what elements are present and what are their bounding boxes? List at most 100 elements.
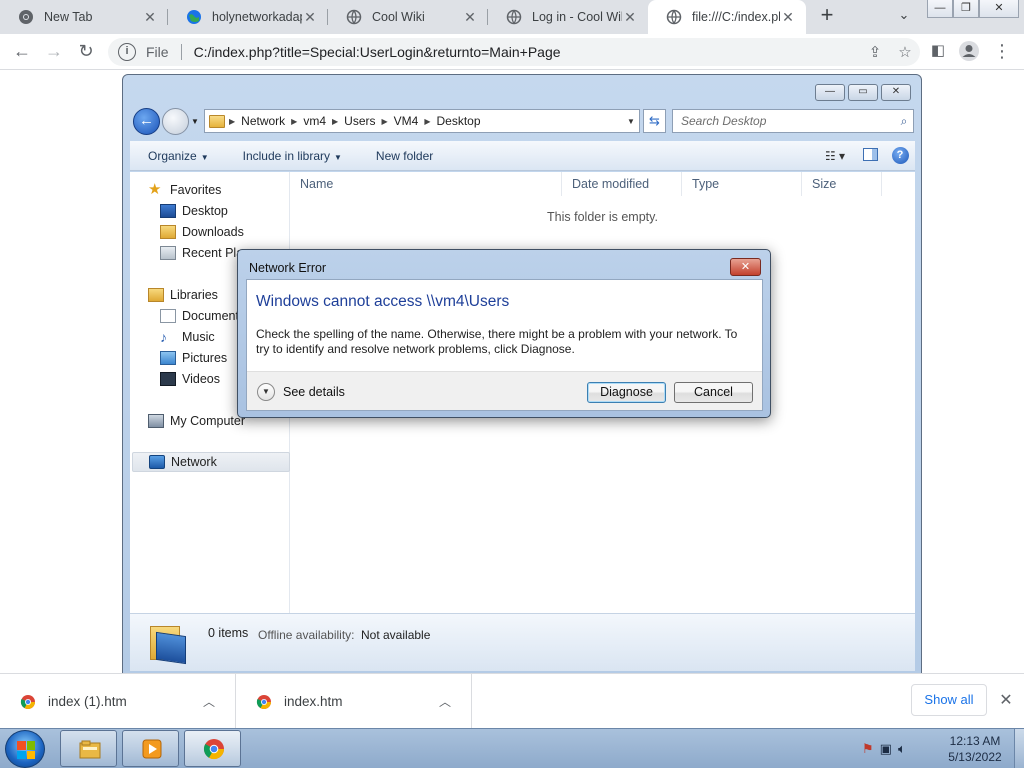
globe-icon bbox=[506, 9, 522, 25]
libraries-icon bbox=[148, 288, 164, 302]
taskbar-chrome-button[interactable] bbox=[184, 730, 241, 767]
nav-item-network[interactable]: Network bbox=[132, 452, 290, 472]
address-bar[interactable]: i File C:/index.php?title=Special:UserLo… bbox=[108, 38, 920, 66]
tab-title: holynetworkadap bbox=[212, 10, 302, 24]
window-close-button[interactable]: ✕ bbox=[979, 0, 1019, 18]
forward-arrow-icon[interactable]: → bbox=[42, 40, 66, 64]
cancel-button[interactable]: Cancel bbox=[674, 382, 753, 403]
globe-icon bbox=[187, 10, 201, 24]
breadcrumb-desktop[interactable]: Desktop bbox=[431, 114, 487, 128]
windows-logo-icon bbox=[17, 741, 35, 759]
window-minimize-button[interactable]: — bbox=[927, 0, 953, 18]
explorer-close-button[interactable]: ✕ bbox=[881, 84, 911, 101]
tab-search-chevron-icon[interactable]: ⌄ bbox=[894, 7, 914, 27]
dialog-close-button[interactable]: ✕ bbox=[730, 258, 761, 276]
documents-icon bbox=[160, 309, 176, 323]
globe-icon bbox=[666, 9, 682, 25]
tab-close-icon[interactable]: ✕ bbox=[780, 9, 796, 26]
explorer-back-icon[interactable]: ← bbox=[133, 108, 160, 135]
nav-label: Favorites bbox=[170, 183, 222, 197]
item-count: 0 items bbox=[208, 626, 249, 640]
tab-cool-wiki[interactable]: Cool Wiki ✕ bbox=[328, 0, 488, 34]
download-filename: index.htm bbox=[284, 694, 343, 709]
dialog-title: Network Error bbox=[249, 261, 327, 275]
start-button[interactable] bbox=[5, 730, 45, 768]
chevron-up-icon[interactable]: ︿ bbox=[439, 693, 451, 710]
info-icon[interactable]: i bbox=[118, 43, 136, 61]
action-center-flag-icon[interactable]: ⚑ bbox=[862, 741, 874, 757]
network-status-icon[interactable]: ▣ bbox=[880, 741, 892, 757]
close-downloads-bar-icon[interactable]: ✕ bbox=[996, 690, 1016, 710]
tab-new-tab[interactable]: New Tab ✕ bbox=[0, 0, 168, 34]
new-folder-button[interactable]: New folder bbox=[358, 149, 449, 163]
organize-button[interactable]: Organize ▼ bbox=[130, 149, 225, 163]
tab-close-icon[interactable]: ✕ bbox=[302, 9, 318, 26]
chevron-down-icon: ▼ bbox=[200, 152, 209, 162]
taskbar-explorer-button[interactable] bbox=[60, 730, 117, 767]
url-text[interactable]: C:/index.php?title=Special:UserLogin&ret… bbox=[194, 44, 860, 60]
breadcrumb-vm4[interactable]: vm4 bbox=[297, 114, 332, 128]
nav-label: Music bbox=[182, 330, 215, 344]
see-details-link[interactable]: See details bbox=[283, 385, 345, 399]
change-view-icon[interactable]: ☷ ▾ bbox=[815, 149, 855, 163]
download-item[interactable]: index.htm ︿ bbox=[236, 674, 472, 729]
show-desktop-button[interactable] bbox=[1014, 729, 1024, 768]
explorer-forward-icon[interactable] bbox=[162, 108, 189, 135]
column-header-size[interactable]: Size bbox=[802, 172, 882, 196]
explorer-refresh-icon[interactable]: ⇆ bbox=[643, 109, 666, 133]
menu-kebab-icon[interactable]: ⋮ bbox=[990, 40, 1014, 64]
network-error-dialog: Network Error ✕ Windows cannot access \\… bbox=[237, 249, 771, 418]
include-in-library-button[interactable]: Include in library ▼ bbox=[225, 149, 358, 163]
column-header-type[interactable]: Type bbox=[682, 172, 802, 196]
dialog-heading: Windows cannot access \\vm4\Users bbox=[256, 293, 510, 310]
explorer-search-box[interactable]: Search Desktop ⌕ bbox=[672, 109, 914, 133]
bookmark-star-icon[interactable]: ☆ bbox=[890, 43, 920, 61]
preview-pane-icon[interactable] bbox=[855, 147, 885, 164]
volume-icon[interactable]: 🔈︎ bbox=[898, 741, 906, 757]
side-panel-icon[interactable]: ◧ bbox=[926, 40, 950, 64]
recent-pages-dropdown-icon[interactable]: ▼ bbox=[191, 117, 199, 126]
chrome-icon bbox=[203, 739, 225, 760]
explorer-minimize-button[interactable]: — bbox=[815, 84, 845, 101]
window-restore-button[interactable]: ❐ bbox=[953, 0, 979, 18]
chrome-icon bbox=[19, 10, 33, 24]
breadcrumb-users[interactable]: Users bbox=[338, 114, 381, 128]
tab-file-index[interactable]: file:///C:/index.php ✕ bbox=[648, 0, 806, 34]
tab-log-in-cool-wiki[interactable]: Log in - Cool Wiki ✕ bbox=[488, 0, 648, 34]
column-header-name[interactable]: Name bbox=[290, 172, 562, 196]
tab-close-icon[interactable]: ✕ bbox=[142, 9, 158, 26]
column-header-date-modified[interactable]: Date modified bbox=[562, 172, 682, 196]
chevron-up-icon[interactable]: ︿ bbox=[203, 693, 215, 710]
explorer-address-bar[interactable]: ▶ Network ▶ vm4 ▶ Users ▶ VM4 ▶ Desktop … bbox=[204, 109, 640, 133]
omnibox-divider bbox=[180, 44, 182, 60]
downloads-bar: index (1).htm ︿ index.htm ︿ Show all ✕ bbox=[0, 673, 1024, 729]
share-icon[interactable]: ⇪ bbox=[860, 43, 890, 61]
include-in-library-label: Include in library bbox=[242, 148, 330, 163]
breadcrumb-network[interactable]: Network bbox=[235, 114, 291, 128]
explorer-maximize-button[interactable]: ▭ bbox=[848, 84, 878, 101]
tab-holynetworkadap[interactable]: holynetworkadap ✕ bbox=[168, 0, 328, 34]
diagnose-button[interactable]: Diagnose bbox=[587, 382, 666, 403]
reload-icon[interactable]: ↻ bbox=[74, 40, 98, 64]
profile-avatar-icon[interactable] bbox=[957, 40, 981, 64]
search-icon[interactable]: ⌕ bbox=[895, 114, 913, 129]
new-tab-button[interactable]: + bbox=[815, 4, 839, 28]
tab-close-icon[interactable]: ✕ bbox=[622, 9, 638, 26]
back-arrow-icon[interactable]: ← bbox=[10, 40, 34, 64]
empty-folder-message: This folder is empty. bbox=[547, 210, 658, 224]
nav-item-favorites[interactable]: ★ Favorites bbox=[148, 180, 306, 200]
help-icon[interactable]: ? bbox=[885, 147, 915, 164]
desktop-icon bbox=[160, 204, 176, 218]
taskbar-media-player-button[interactable] bbox=[122, 730, 179, 767]
clock-date: 5/13/2022 bbox=[948, 750, 1002, 764]
scheme-label: File bbox=[146, 44, 169, 60]
breadcrumb-vm4-user[interactable]: VM4 bbox=[388, 114, 425, 128]
download-item[interactable]: index (1).htm ︿ bbox=[0, 674, 236, 729]
show-all-button[interactable]: Show all bbox=[911, 684, 987, 716]
expand-chevron-icon[interactable]: ▼ bbox=[257, 383, 275, 401]
nav-label: Network bbox=[171, 455, 217, 469]
taskbar-clock[interactable]: 12:13 AM 5/13/2022 bbox=[940, 733, 1010, 765]
tab-close-icon[interactable]: ✕ bbox=[462, 9, 478, 26]
address-dropdown-icon[interactable]: ▼ bbox=[623, 117, 639, 126]
search-placeholder: Search Desktop bbox=[681, 114, 767, 128]
